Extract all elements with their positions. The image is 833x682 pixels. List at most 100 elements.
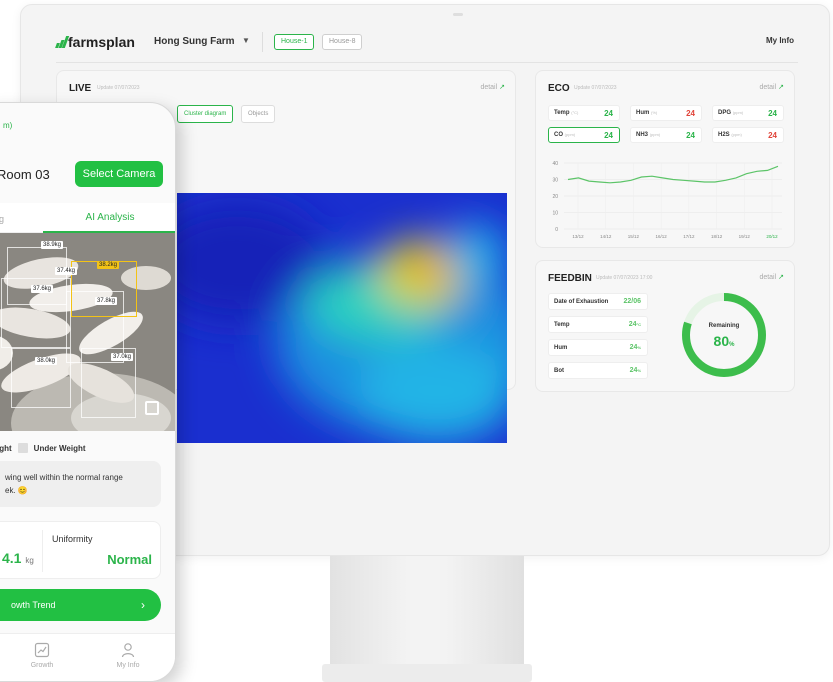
metric-value: 24 [604,131,613,140]
uniformity-value: Normal [107,552,152,567]
tab-cluster-diagram[interactable]: Cluster diagram [177,105,234,123]
metric-key: NH3 (ppm) [636,132,661,138]
feedbin-row: Bot 24% [548,362,648,379]
growth-chart-icon [34,642,50,658]
growth-trend-button[interactable]: owth Trend › [0,589,161,621]
my-info-link[interactable]: My Info [766,36,794,45]
legend-under-label: Under Weight [33,443,86,453]
nav-growth[interactable]: Growth [17,642,67,669]
tab-objects[interactable]: Objects [241,105,276,123]
header-divider [262,32,263,52]
eco-metric-temp[interactable]: Temp (°C) 24 [548,105,620,121]
eco-card: ECO Update 07/07/2023 detail ↗ Temp (°C)… [535,70,795,248]
metric-value: 24 [768,109,777,118]
metric-value: 24 [686,131,695,140]
y-tick-label: 20 [552,194,558,200]
live-title: LIVE [69,83,92,94]
camera-dot [453,13,463,16]
nav-my-info-label: My Info [116,662,140,669]
live-detail-link[interactable]: detail ↗ [480,83,505,91]
eco-detail-link[interactable]: detail ↗ [759,83,784,91]
monitor-stand-foot [322,664,532,682]
eco-metric-nh3[interactable]: NH3 (ppm) 24 [630,127,702,143]
select-camera-button[interactable]: Select Camera [75,161,163,187]
tab-ai-analysis[interactable]: AI Analysis [43,203,175,233]
growth-message-line1: wing well within the normal range [5,473,123,482]
house-button-8[interactable]: House-8 [322,34,363,50]
user-icon [121,643,135,658]
header-rule [56,62,798,63]
feedbin-row-value: 24% [629,344,641,351]
expand-icon[interactable] [145,401,159,415]
feedbin-row-key: Date of Exhaustion [554,299,609,305]
weight-label-highlighted: 38.2kg [97,261,120,269]
eco-title: ECO [548,83,570,94]
legend-normal-label: ight [0,443,12,453]
tab-live[interactable]: g [0,214,4,224]
arrow-up-right-icon: ↗ [778,274,784,281]
eco-update-time: Update 07/07/2023 [574,85,617,91]
nav-growth-label: Growth [30,662,54,669]
nav-my-info[interactable]: My Info [103,642,153,669]
phone-frame: m) Room 03 Select Camera g AI Analysis [0,102,176,682]
y-tick-label: 30 [552,178,558,184]
metric-key: DPG (ppm) [718,110,744,116]
feedbin-row: Temp 24°C [548,316,648,333]
feedbin-detail-link[interactable]: detail ↗ [759,273,784,281]
feedbin-card: FEEDBIN Update 07/07/2023 17:00 detail ↗… [535,260,795,392]
room-title: Room 03 [0,167,50,182]
logo-text: farmsplan [68,34,135,50]
eco-metric-co[interactable]: CO (ppm) 24 [548,127,620,143]
metric-value: 24 [768,131,777,140]
chevron-down-icon[interactable]: ▼ [242,36,250,45]
weight-label: 38.9kg [41,241,64,249]
bottom-nav: Growth My Info [0,633,175,681]
feedbin-row-key: Hum [554,345,568,351]
feedbin-row-value: 22/06 [623,298,641,305]
metric-key: H2S (ppm) [718,132,742,138]
metric-value: 24 [686,109,695,118]
monitor-stand-neck [330,556,524,666]
weight-box-highlighted [71,261,137,317]
feedbin-row-key: Bot [554,368,564,374]
x-tick-label: 13/12 [572,234,584,239]
weight-label: 37.6kg [31,285,54,293]
feedbin-row: Date of Exhaustion 22/06 [548,293,648,310]
weight-label: 37.8kg [95,297,118,305]
feedbin-row-value: 24°C [628,321,641,328]
eco-metric-dpg[interactable]: DPG (ppm) 24 [712,105,784,121]
metric-value: 24 [604,109,613,118]
feedbin-row-value: 24% [629,367,641,374]
stats-divider [42,530,43,572]
uniformity-label: Uniformity [52,534,93,544]
remaining-label: Remaining [708,323,740,329]
feedbin-update-time: Update 07/07/2023 17:00 [596,275,653,281]
x-tick-label: 20/12 [766,234,778,239]
eco-metric-h2s[interactable]: H2S (ppm) 24 [712,127,784,143]
top-header: farmsplan Hong Sung Farm ▼ House-1 House… [55,30,798,56]
arrow-up-right-icon: ↗ [499,84,505,91]
feedbin-title: FEEDBIN [548,273,592,284]
eco-metric-hum[interactable]: Hum (%) 24 [630,105,702,121]
average-weight-value: 4.1 kg [2,550,34,566]
metric-key: Temp (°C) [554,110,579,116]
x-tick-label: 15/12 [628,234,640,239]
pig-camera-feed: 38.9kg 37.4kg 38.2kg 37.6kg 37.8kg 38.0k… [0,233,175,431]
house-button-1[interactable]: House-1 [274,34,315,50]
x-tick-label: 18/12 [711,234,723,239]
metric-key: Hum (%) [636,110,658,116]
weight-label: 37.4kg [55,267,78,275]
stats-card: 4.1 kg Uniformity Normal [0,521,161,579]
stage: farmsplan Hong Sung Farm ▼ House-1 House… [0,0,833,682]
legend-swatch [17,443,28,453]
growth-message-line2: ek. 😊 [5,486,28,495]
chevron-right-icon: › [141,598,145,612]
x-tick-label: 19/12 [739,234,751,239]
phone-tabs: g AI Analysis [0,203,175,233]
live-update-time: Update 07/07/2023 [97,85,140,91]
farm-selector[interactable]: Hong Sung Farm [154,36,235,47]
metric-key: CO (ppm) [554,132,576,138]
remaining-value: 80% [713,333,735,349]
farmsplan-logo[interactable]: farmsplan [55,34,135,50]
y-tick-label: 0 [555,227,558,233]
